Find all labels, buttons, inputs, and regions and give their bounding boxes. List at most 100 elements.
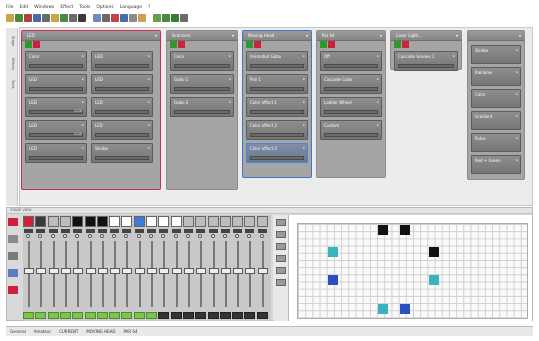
effect-button[interactable]: Color ▸ — [170, 51, 234, 71]
effect-speed-bar[interactable] — [324, 110, 378, 114]
color-swatch[interactable] — [133, 216, 145, 227]
select-button[interactable] — [183, 229, 193, 233]
color-swatch[interactable] — [84, 216, 96, 227]
toolbar-icon[interactable] — [120, 13, 128, 22]
effect-speed-bar[interactable] — [250, 64, 304, 68]
fader-knob[interactable] — [110, 268, 121, 274]
preset-button[interactable]: Gradient ▸ — [471, 111, 521, 130]
effect-button[interactable]: Color effect 3 ▸ — [246, 143, 308, 163]
fader-knob[interactable] — [134, 268, 145, 274]
toolbar-icon[interactable] — [129, 13, 137, 22]
effect-arrow-icon[interactable]: ▸ — [148, 77, 150, 81]
select-button[interactable] — [97, 229, 107, 233]
flash-button[interactable] — [182, 312, 194, 319]
effect-button[interactable]: Color effect 2 ▸ — [246, 120, 308, 140]
effect-arrow-icon[interactable]: ▸ — [303, 100, 305, 104]
color-swatch[interactable] — [244, 216, 256, 227]
solo-toggle[interactable] — [112, 234, 117, 238]
fader-knob[interactable] — [73, 268, 84, 274]
effect-arrow-icon[interactable]: ▸ — [229, 54, 231, 58]
effect-speed-bar[interactable] — [250, 156, 304, 160]
add-tool-icon[interactable] — [276, 279, 286, 286]
effect-button[interactable]: Animated Gobo ▸ — [246, 51, 308, 71]
color-swatch[interactable] — [219, 216, 231, 227]
flash-button[interactable] — [109, 312, 121, 319]
effect-arrow-icon[interactable]: ▸ — [377, 100, 379, 104]
fixture-icon[interactable] — [8, 218, 18, 226]
color-swatch[interactable] — [170, 216, 182, 227]
color-swatch[interactable] — [47, 216, 59, 227]
grid-tool-icon[interactable] — [276, 255, 286, 262]
effect-arrow-icon[interactable]: ▸ — [82, 146, 84, 150]
panel-menu-arrow-icon[interactable]: ▾ — [519, 33, 521, 38]
select-button[interactable] — [122, 229, 132, 233]
color-swatch[interactable] — [232, 216, 244, 227]
color-swatch[interactable] — [256, 216, 268, 227]
left-tab[interactable]: Effects — [9, 58, 15, 72]
effect-button[interactable]: Cascade Scenes 1 ▸ — [394, 51, 458, 71]
select-button[interactable] — [36, 229, 46, 233]
menu-item[interactable]: Windows — [34, 5, 54, 10]
flash-button[interactable] — [47, 312, 59, 319]
solo-toggle[interactable] — [173, 234, 178, 238]
effect-arrow-icon[interactable]: ▸ — [229, 100, 231, 104]
group-menu-arrow-icon[interactable]: ▾ — [456, 33, 458, 38]
group-menu-arrow-icon[interactable]: ▾ — [306, 33, 308, 38]
select-button[interactable] — [147, 229, 156, 233]
fader-knob[interactable] — [159, 268, 170, 274]
preset-arrow-icon[interactable]: ▸ — [516, 92, 518, 96]
fader-knob[interactable] — [97, 268, 108, 274]
stage-grid[interactable] — [297, 223, 528, 319]
play-icon[interactable] — [246, 41, 253, 48]
toolbar-icon[interactable] — [171, 13, 179, 22]
solo-toggle[interactable] — [161, 234, 166, 238]
left-tab[interactable]: Stage — [9, 36, 15, 50]
menu-item[interactable]: File — [6, 5, 14, 10]
effect-speed-bar[interactable] — [324, 87, 378, 91]
effect-speed-bar[interactable] — [29, 87, 83, 91]
flash-button[interactable] — [72, 312, 84, 319]
effect-button[interactable]: Cascade Color ▸ — [320, 74, 382, 94]
effect-arrow-icon[interactable]: ▸ — [303, 54, 305, 58]
toolbar-icon[interactable] — [162, 13, 170, 22]
effect-button[interactable]: Gobo 2 ▸ — [170, 97, 234, 117]
fader-knob[interactable] — [171, 268, 182, 274]
fixture-icon[interactable] — [8, 235, 18, 243]
toolbar-icon[interactable] — [51, 13, 59, 22]
color-swatch[interactable] — [23, 216, 34, 227]
effect-speed-bar[interactable] — [95, 156, 149, 160]
effect-button[interactable]: Color ▸ — [25, 51, 87, 71]
effect-button[interactable]: LED ▸ — [91, 120, 153, 140]
fader-knob[interactable] — [257, 268, 268, 274]
preset-button[interactable]: Red + Green ▸ — [471, 155, 521, 174]
effect-button[interactable]: LED ▸ — [25, 143, 87, 163]
stop-icon[interactable] — [254, 41, 261, 48]
flash-button[interactable] — [146, 312, 157, 319]
group-menu-arrow-icon[interactable]: ▾ — [380, 33, 382, 38]
flash-button[interactable] — [121, 312, 133, 319]
select-button[interactable] — [60, 229, 70, 233]
select-button[interactable] — [48, 229, 58, 233]
fader-knob[interactable] — [24, 268, 34, 274]
solo-toggle[interactable] — [222, 234, 227, 238]
stop-icon[interactable] — [178, 41, 185, 48]
solo-toggle[interactable] — [87, 234, 92, 238]
color-swatch[interactable] — [207, 216, 219, 227]
effect-arrow-icon[interactable]: ▸ — [82, 100, 84, 104]
select-button[interactable] — [196, 229, 206, 233]
fader-knob[interactable] — [245, 268, 256, 274]
effect-arrow-icon[interactable]: ▸ — [229, 77, 231, 81]
toolbar-icon[interactable] — [180, 13, 188, 22]
solo-toggle[interactable] — [26, 234, 30, 238]
solo-toggle[interactable] — [247, 234, 252, 238]
solo-toggle[interactable] — [198, 234, 203, 238]
color-swatch[interactable] — [96, 216, 108, 227]
effect-speed-bar[interactable] — [324, 133, 378, 137]
menu-item[interactable]: ? — [148, 5, 150, 10]
preset-button[interactable]: Rainbow ▸ — [471, 67, 521, 86]
fader-knob[interactable] — [183, 268, 194, 274]
toolbar-icon[interactable] — [138, 13, 146, 22]
solo-toggle[interactable] — [149, 234, 153, 238]
zoom-tool-icon[interactable] — [276, 267, 286, 274]
menu-item[interactable]: Effect — [60, 5, 73, 10]
